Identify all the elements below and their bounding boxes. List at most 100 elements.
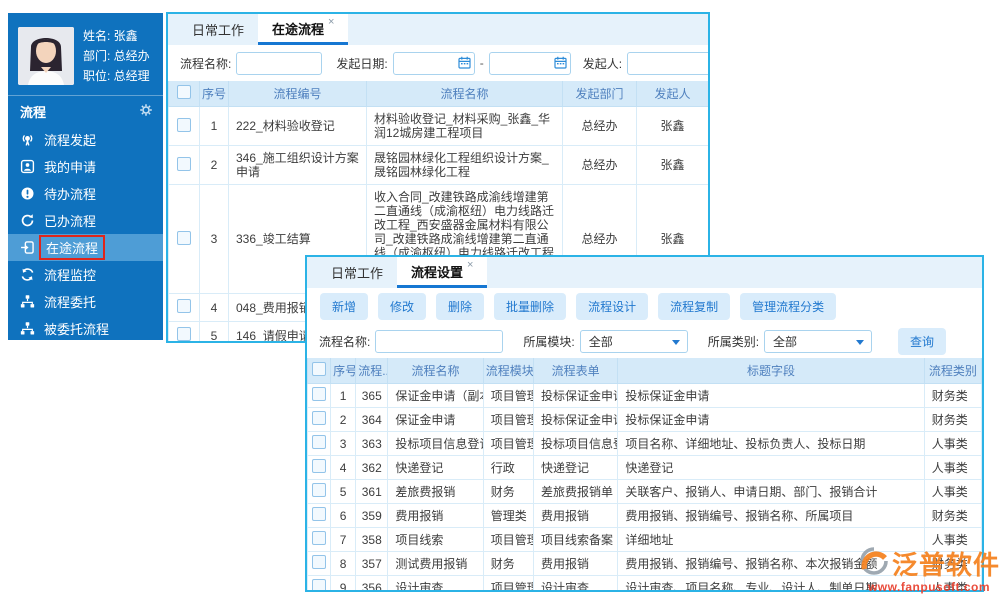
- col-dept: 发起部门: [562, 81, 637, 107]
- cell-no: 5: [330, 479, 357, 504]
- cell-module: 项目管理: [482, 383, 534, 408]
- cell-name: 投标项目信息登记: [387, 431, 484, 456]
- cell-no: 1: [330, 383, 357, 408]
- sidebar-item-my-applications[interactable]: 我的申请: [8, 153, 163, 180]
- manage-flow-category-button[interactable]: 管理流程分类: [740, 293, 837, 320]
- profile-name: 姓名: 张鑫: [83, 29, 138, 43]
- cell-name: 设计审查: [387, 575, 484, 590]
- row-checkbox[interactable]: [312, 531, 327, 545]
- start-date-to-field[interactable]: [488, 51, 571, 75]
- cell-name: 测试费用报销: [387, 551, 484, 576]
- cell-form: 费用报销: [532, 551, 619, 576]
- calendar-icon[interactable]: [554, 56, 567, 72]
- gear-icon[interactable]: [139, 103, 153, 120]
- row-checkbox[interactable]: [177, 230, 191, 245]
- sidebar-item-label: 被委托流程: [44, 322, 110, 337]
- row-checkbox[interactable]: [312, 555, 327, 569]
- cell-name: 快递登记: [387, 455, 484, 480]
- row-checkbox[interactable]: [312, 459, 327, 473]
- user-card-icon: [20, 159, 35, 174]
- table-row[interactable]: 3 363 投标项目信息登记 项目管理 投标项目信息登记 项目名称、详细地址、投…: [307, 431, 982, 456]
- table-row[interactable]: 2 346_施工组织设计方案申请 晟铭园林绿化工程组织设计方案_晟铭园林绿化工程…: [168, 145, 708, 185]
- cell-category: 财务类: [923, 383, 982, 408]
- row-checkbox[interactable]: [312, 483, 327, 497]
- close-tab-icon[interactable]: ×: [467, 259, 473, 271]
- row-checkbox[interactable]: [177, 299, 191, 313]
- sidebar-item-delegated-flows[interactable]: 被委托流程: [8, 315, 163, 340]
- cell-no: 6: [330, 503, 357, 528]
- flow-name-input[interactable]: [375, 330, 504, 353]
- sidebar-item-flow-delegate[interactable]: 流程委托: [8, 288, 163, 315]
- cell-no: 2: [199, 145, 229, 185]
- tab-daily-work[interactable]: 日常工作: [178, 14, 258, 45]
- table-row[interactable]: 1 222_材料验收登记 材料验收登记_材料采购_张鑫_华润12城房建工程项目 …: [168, 106, 708, 146]
- cell-form: 投标项目信息登记: [532, 431, 619, 456]
- cell-no: 3: [199, 184, 229, 294]
- flow-design-button[interactable]: 流程设计: [576, 293, 649, 320]
- tab-label: 流程设置: [411, 264, 464, 280]
- annotation-red-box: 在途流程: [39, 235, 106, 260]
- select-all-checkbox[interactable]: [312, 362, 327, 376]
- cell-module: 项目管理: [482, 431, 534, 456]
- module-select[interactable]: 全部: [579, 330, 688, 353]
- cell-title-field: 投标保证金申请: [617, 407, 925, 432]
- sidebar-item-pending-flows[interactable]: 待办流程: [8, 180, 163, 207]
- cell-title-field: 项目名称、详细地址、投标负责人、投标日期: [617, 431, 925, 456]
- cell-code: 359: [355, 503, 389, 528]
- flow-name-label: 流程名称:: [180, 56, 232, 71]
- select-all-checkbox[interactable]: [177, 85, 191, 99]
- cell-no: 4: [330, 455, 357, 480]
- user-profile: 姓名: 张鑫 部门: 总经办 职位: 总经理: [8, 13, 163, 95]
- row-checkbox[interactable]: [312, 507, 327, 521]
- profile-position: 职位: 总经理: [83, 69, 150, 83]
- sidebar-item-flow-monitor[interactable]: 流程监控: [8, 261, 163, 288]
- table-row[interactable]: 5 361 差旅费报销 财务 差旅费报销单 关联客户、报销人、申请日期、部门、报…: [307, 479, 982, 504]
- initiator-input[interactable]: [627, 51, 708, 75]
- tab-daily-work[interactable]: 日常工作: [317, 257, 397, 288]
- sidebar-item-in-transit-flows[interactable]: 在途流程: [8, 234, 163, 261]
- calendar-icon[interactable]: [458, 56, 471, 72]
- search-button[interactable]: 查询: [898, 328, 947, 355]
- tab-label: 日常工作: [331, 266, 384, 281]
- delete-button[interactable]: 删除: [436, 293, 485, 320]
- table-row[interactable]: 6 359 费用报销 管理类 费用报销 费用报销、报销编号、报销名称、所属项目 …: [307, 503, 982, 528]
- table-row[interactable]: 2 364 保证金申请 项目管理 投标保证金申请 投标保证金申请 财务类: [307, 407, 982, 432]
- cell-no: 2: [330, 407, 357, 432]
- cell-no: 5: [199, 321, 229, 341]
- flow-copy-button[interactable]: 流程复制: [658, 293, 731, 320]
- app-canvas: 姓名: 张鑫 部门: 总经办 职位: 总经理 流程 流程发起 我的申请 待办流程…: [0, 0, 1000, 600]
- category-select[interactable]: 全部: [764, 330, 873, 353]
- cell-dept: 总经办: [562, 145, 637, 185]
- row-checkbox[interactable]: [177, 156, 191, 171]
- table-row[interactable]: 4 362 快递登记 行政 快递登记 快递登记 人事类: [307, 455, 982, 480]
- start-date-label: 发起日期:: [336, 56, 388, 71]
- row-checkbox[interactable]: [312, 579, 327, 590]
- sidebar-section-label: 流程: [20, 104, 47, 120]
- tab-in-transit-flow[interactable]: 在途流程 ×: [258, 14, 349, 45]
- row-checkbox[interactable]: [312, 411, 327, 425]
- cell-person: 张鑫: [636, 145, 708, 185]
- sidebar-item-done-flows[interactable]: 已办流程: [8, 207, 163, 234]
- redo-arrow-icon: [20, 213, 35, 228]
- cell-code: 357: [355, 551, 389, 576]
- cell-form: 快递登记: [532, 455, 619, 480]
- batch-delete-button[interactable]: 批量删除: [494, 293, 567, 320]
- cell-form: 费用报销: [532, 503, 619, 528]
- table-row[interactable]: 1 365 保证金申请（副本） 项目管理 投标保证金申请 投标保证金申请 财务类: [307, 383, 982, 408]
- cell-module: 财务: [482, 479, 534, 504]
- table-header-row: 序号 流程编号 流程名称 发起部门 发起人: [168, 81, 708, 107]
- start-date-from-field[interactable]: [392, 51, 475, 75]
- row-checkbox[interactable]: [312, 387, 327, 401]
- flow-name-input[interactable]: [236, 51, 323, 75]
- close-tab-icon[interactable]: ×: [328, 16, 334, 28]
- tab-flow-settings[interactable]: 流程设置 ×: [397, 257, 488, 288]
- sidebar-item-flow-start[interactable]: 流程发起: [8, 126, 163, 153]
- cell-module: 管理类: [482, 503, 534, 528]
- row-checkbox[interactable]: [177, 117, 191, 132]
- cell-module: 行政: [482, 455, 534, 480]
- row-checkbox[interactable]: [312, 435, 327, 449]
- add-button[interactable]: 新增: [320, 293, 369, 320]
- row-checkbox[interactable]: [177, 327, 191, 341]
- cell-no: 4: [199, 293, 229, 322]
- edit-button[interactable]: 修改: [378, 293, 427, 320]
